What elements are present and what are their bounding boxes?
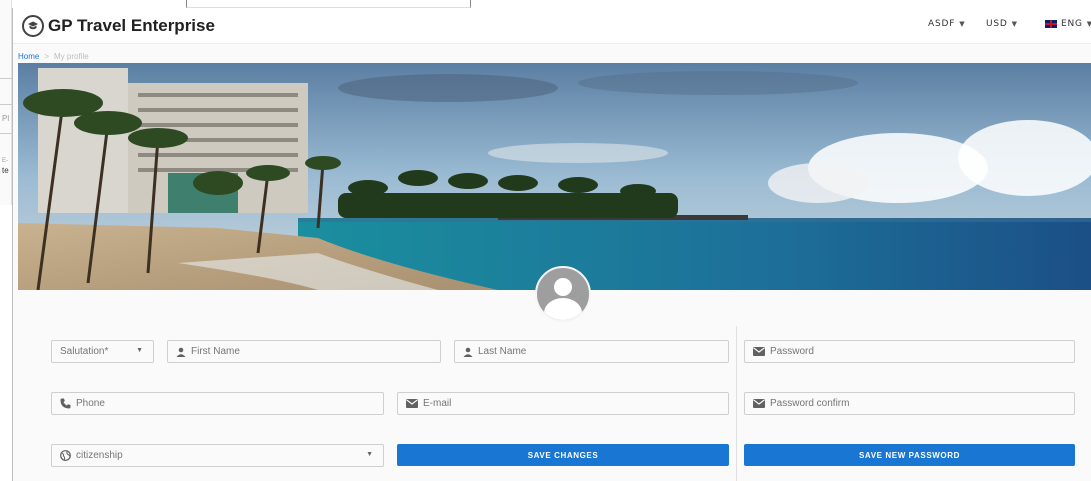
mail-icon xyxy=(753,399,765,408)
salutation-select[interactable]: Salutation* ▼ xyxy=(51,340,154,363)
password-input[interactable]: Password xyxy=(744,340,1075,363)
account-menu[interactable]: ASDF ▼ xyxy=(928,19,965,29)
breadcrumb-home-link[interactable]: Home xyxy=(18,52,39,61)
currency-menu[interactable]: USD ▼ xyxy=(986,19,1018,29)
caret-down-icon: ▼ xyxy=(1011,20,1018,28)
top-header: GP Travel Enterprise ASDF ▼ USD ▼ ENG ▼ xyxy=(13,8,1091,44)
breadcrumb-current: My profile xyxy=(54,52,89,61)
phone-icon xyxy=(60,398,71,409)
profile-banner-image xyxy=(18,63,1091,290)
background-text: te xyxy=(2,166,9,175)
uk-flag-icon xyxy=(1045,20,1057,28)
citizenship-select[interactable]: citizenship ▼ xyxy=(51,444,384,467)
phone-input[interactable]: Phone xyxy=(51,392,384,415)
phone-placeholder: Phone xyxy=(76,398,105,409)
first-name-placeholder: First Name xyxy=(191,346,240,357)
language-menu-label: ENG xyxy=(1061,19,1083,29)
background-text: E- xyxy=(2,158,8,164)
app-window: GP Travel Enterprise ASDF ▼ USD ▼ ENG ▼ … xyxy=(12,8,1091,481)
caret-down-icon: ▼ xyxy=(959,20,966,28)
brand-name[interactable]: GP Travel Enterprise xyxy=(48,16,215,36)
logo-icon[interactable] xyxy=(22,15,44,37)
mail-icon xyxy=(753,347,765,356)
caret-down-icon: ▼ xyxy=(136,347,143,354)
background-text: Pl xyxy=(2,114,10,123)
breadcrumb-separator: > xyxy=(44,52,50,61)
breadcrumb: Home > My profile xyxy=(18,52,89,61)
first-name-input[interactable]: First Name xyxy=(167,340,441,363)
person-icon xyxy=(176,347,186,357)
citizenship-placeholder: citizenship xyxy=(76,450,123,461)
background-divider xyxy=(0,104,12,105)
globe-icon xyxy=(60,450,71,461)
background-divider xyxy=(0,78,12,79)
mail-icon xyxy=(406,399,418,408)
caret-down-icon: ▼ xyxy=(1086,20,1091,28)
avatar-head xyxy=(554,278,572,296)
salutation-placeholder: Salutation* xyxy=(60,346,109,357)
background-window-top xyxy=(186,0,471,8)
email-input[interactable]: E-mail xyxy=(397,392,729,415)
avatar-body xyxy=(544,298,582,320)
language-menu[interactable]: ENG ▼ xyxy=(1045,19,1091,29)
currency-menu-label: USD xyxy=(986,19,1008,29)
save-new-password-button[interactable]: SAVE NEW PASSWORD xyxy=(744,444,1075,466)
password-confirm-input[interactable]: Password confirm xyxy=(744,392,1075,415)
password-placeholder: Password xyxy=(770,346,814,357)
caret-down-icon: ▼ xyxy=(366,451,373,458)
account-menu-label: ASDF xyxy=(928,19,956,29)
last-name-input[interactable]: Last Name xyxy=(454,340,729,363)
last-name-placeholder: Last Name xyxy=(478,346,527,357)
background-divider xyxy=(0,133,12,134)
profile-avatar[interactable] xyxy=(535,266,591,322)
email-placeholder: E-mail xyxy=(423,398,452,409)
section-divider xyxy=(736,326,737,481)
save-changes-button[interactable]: SAVE CHANGES xyxy=(397,444,729,466)
password-confirm-placeholder: Password confirm xyxy=(770,398,850,409)
screen: Pl E- te GP Travel Enterprise ASDF ▼ USD… xyxy=(0,0,1091,481)
person-icon xyxy=(463,347,473,357)
